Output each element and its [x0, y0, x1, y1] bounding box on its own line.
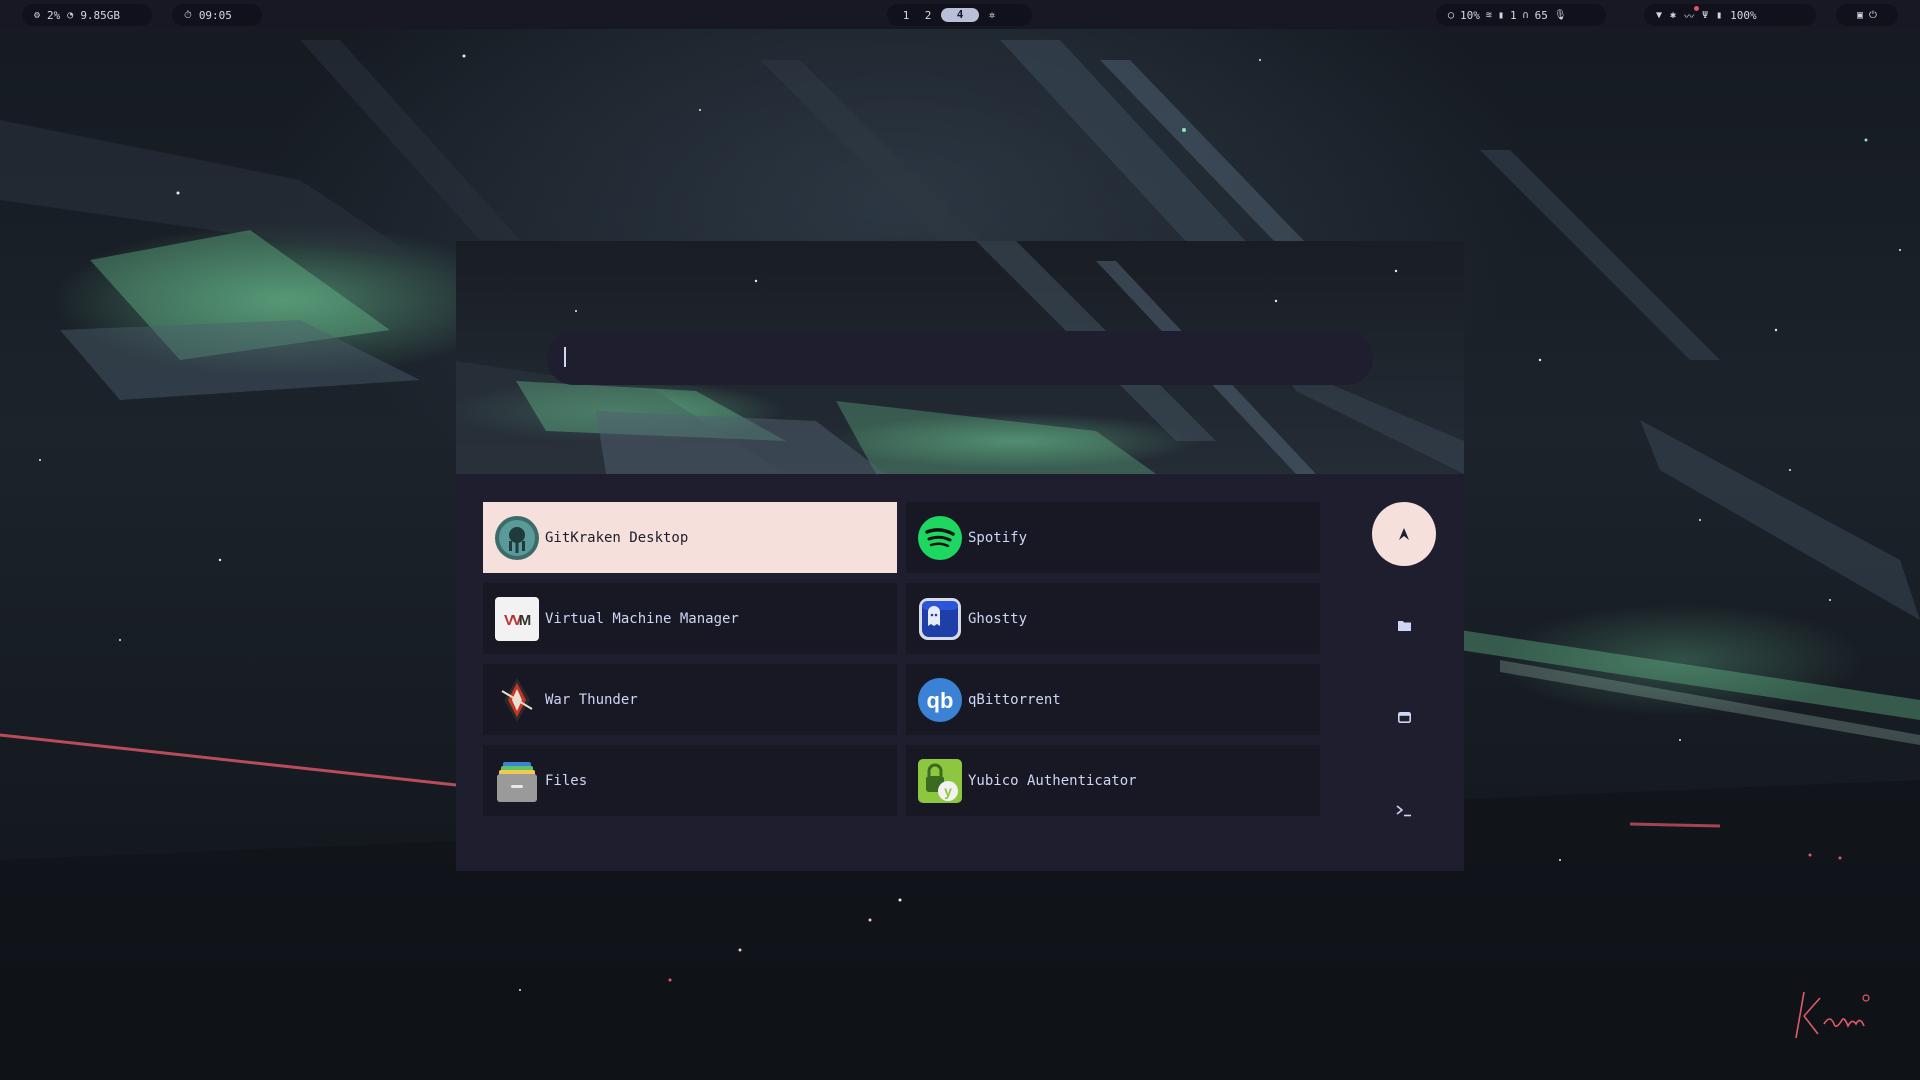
signature-image: [1795, 991, 1870, 1039]
network-count: 1: [1509, 8, 1517, 22]
network-lock-icon: ▮: [1497, 9, 1504, 21]
brightness-icon: ◯: [1448, 9, 1455, 21]
app-item-yubico[interactable]: y Yubico Authenticator: [906, 745, 1320, 816]
app-item-files[interactable]: Files: [483, 745, 897, 816]
folder-icon: [1397, 620, 1411, 631]
wifi-signal-icon: ▼: [1656, 9, 1663, 21]
gitkraken-icon: [494, 515, 540, 561]
battery-icon: ▮: [1716, 9, 1723, 21]
memory-gauge-icon: ◔: [67, 9, 74, 21]
clipboard-icon[interactable]: ▣: [1857, 10, 1863, 21]
app-label: qBittorrent: [968, 691, 1061, 708]
microphone-icon: 🎙: [1553, 9, 1567, 21]
notification-dot: [1694, 5, 1700, 11]
headphones-icon: ∩: [1522, 9, 1529, 21]
settings-gear-icon[interactable]: ✲: [989, 10, 995, 21]
rocket-icon: [1399, 528, 1409, 540]
tray-pill[interactable]: ▼ ✱ 〰 Ψ ▮ 100%: [1644, 4, 1816, 26]
qbittorrent-icon: qb: [917, 677, 963, 723]
brightness-level: 10%: [1460, 8, 1480, 22]
bluetooth-icon: ✱: [1670, 9, 1677, 21]
terminal-icon: [1396, 805, 1411, 817]
clock-time: 09:05: [198, 8, 232, 22]
svg-text:M: M: [519, 612, 532, 629]
memory-usage: 9.85GB: [80, 8, 121, 22]
app-item-spotify[interactable]: Spotify: [906, 502, 1320, 573]
ghostty-icon: [917, 596, 963, 642]
session-pill: ▣ ⏻: [1836, 4, 1898, 26]
files-icon: [494, 758, 540, 804]
workspace-1[interactable]: 1: [897, 9, 915, 22]
app-item-ghostty[interactable]: Ghostty: [906, 583, 1320, 654]
text-caret: [564, 347, 566, 367]
mode-run-button[interactable]: [1384, 791, 1424, 831]
spotify-icon: [917, 515, 963, 561]
svg-text:qb: qb: [927, 688, 954, 713]
mode-apps-button[interactable]: [1372, 502, 1436, 566]
mode-windows-button[interactable]: [1384, 697, 1424, 737]
status-pill[interactable]: ◯ 10% ≋ ▮ 1 ∩ 65 🎙: [1436, 4, 1606, 26]
usb-icon: Ψ: [1702, 9, 1709, 21]
clock-pill[interactable]: ⏱ 09:05: [172, 4, 262, 26]
war-thunder-icon: [494, 677, 540, 723]
workspace-4[interactable]: 4: [941, 8, 979, 22]
app-label: War Thunder: [545, 691, 638, 708]
virt-manager-icon: V M V: [494, 596, 540, 642]
app-label: Spotify: [968, 529, 1028, 546]
system-stats-pill[interactable]: ⚙ 2% ◔ 9.85GB: [22, 4, 152, 26]
mode-files-button[interactable]: [1384, 605, 1424, 645]
search-input[interactable]: [547, 331, 1373, 385]
workspaces-pill: 1 2 4 ✲: [887, 4, 1032, 26]
power-icon[interactable]: ⏻: [1869, 10, 1877, 21]
app-label: Yubico Authenticator: [968, 772, 1137, 789]
app-item-gitkraken[interactable]: GitKraken Desktop: [483, 502, 897, 573]
battery-level: 100%: [1730, 8, 1757, 22]
app-item-qbittorrent[interactable]: qb qBittorrent: [906, 664, 1320, 735]
wifi-icon: ≋: [1485, 9, 1492, 21]
app-label: Ghostty: [968, 610, 1028, 627]
clock-icon: ⏱: [184, 9, 192, 21]
app-item-war-thunder[interactable]: War Thunder: [483, 664, 897, 735]
svg-text:y: y: [944, 783, 952, 799]
app-item-virt-manager[interactable]: V M V Virtual Machine Manager: [483, 583, 897, 654]
app-launcher: GitKraken Desktop Spotify V M V Virtual …: [456, 241, 1464, 871]
app-label: GitKraken Desktop: [545, 529, 689, 546]
top-bar: ⚙ 2% ◔ 9.85GB ⏱ 09:05 1 2 4 ✲ ◯ 10% ≋ ▮ …: [0, 0, 1920, 29]
cpu-usage: 2%: [47, 8, 61, 22]
workspace-2[interactable]: 2: [919, 9, 937, 22]
network-activity-icon: 〰: [1684, 5, 1700, 23]
app-label: Files: [545, 772, 588, 789]
artist-signature: [1790, 988, 1870, 1055]
app-label: Virtual Machine Manager: [545, 610, 739, 627]
window-icon: [1397, 711, 1411, 723]
yubico-icon: y: [917, 758, 963, 804]
cpu-icon: ⚙: [34, 9, 41, 21]
svg-text:V: V: [504, 612, 514, 629]
headphone-level: 65: [1534, 8, 1548, 22]
